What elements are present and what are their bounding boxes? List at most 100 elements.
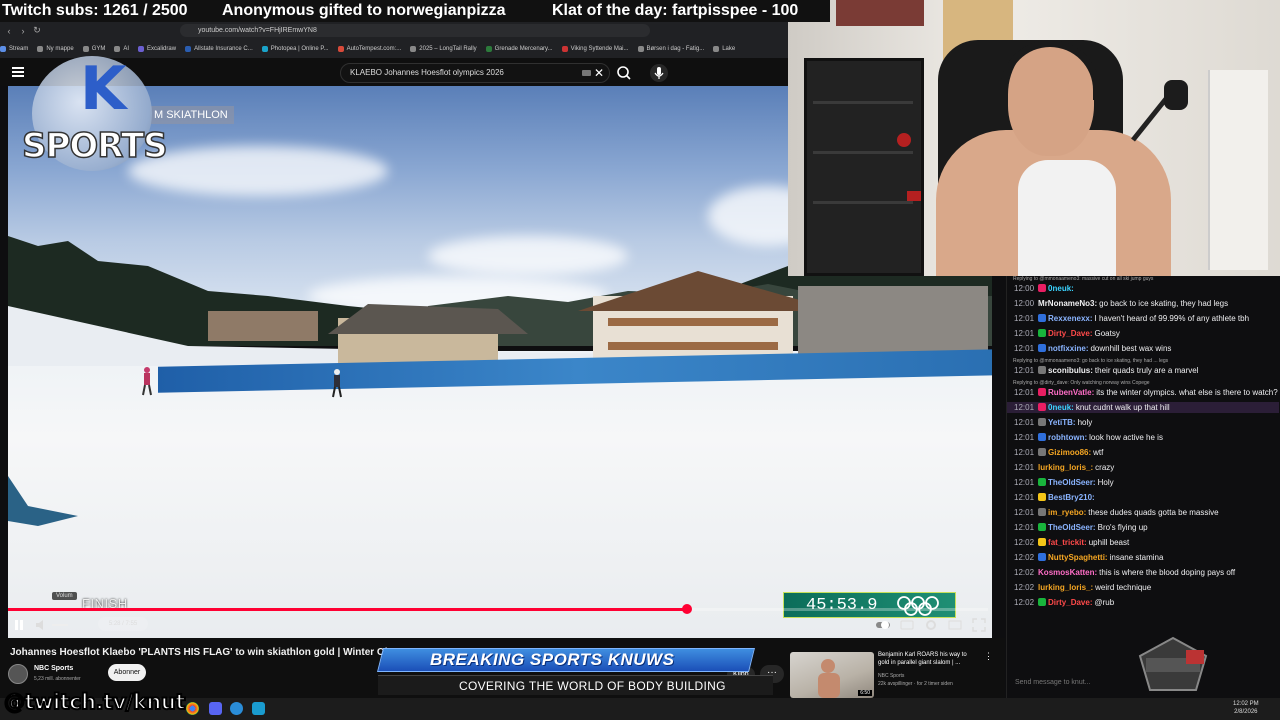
chat-message[interactable]: 12:01 im_ryebo: these dudes quads gotta be… <box>1013 507 1279 518</box>
discord-icon[interactable] <box>209 702 222 715</box>
chat-username[interactable]: robhtown: <box>1048 433 1087 442</box>
pause-icon[interactable] <box>12 618 26 632</box>
chat-message[interactable]: 12:01 YetiTB: holy <box>1013 417 1279 428</box>
chat-message[interactable]: 12:00 MrNonameNo3: go back to ice skating,… <box>1013 298 1279 309</box>
bookmark-item[interactable]: GYM <box>82 46 105 52</box>
channel-avatar[interactable] <box>8 664 28 684</box>
volume-icon[interactable] <box>34 618 48 632</box>
bookmark-icon <box>261 46 268 52</box>
chat-message[interactable]: 12:01 0neuk: knut cudnt walk up that hill <box>1007 402 1279 413</box>
bookmark-item[interactable]: Stream <box>0 46 28 52</box>
chat-message[interactable]: 12:01 TheOldSeer: Holy <box>1013 477 1279 488</box>
chat-username[interactable]: Rexxenexx: <box>1048 314 1092 323</box>
chat-username[interactable]: im_ryebo: <box>1048 508 1086 517</box>
microphone-icon[interactable] <box>650 63 668 83</box>
chat-message[interactable]: 12:01 robhtown: look how active he is <box>1013 432 1279 443</box>
chat-message[interactable]: 12:02 NuttySpaghetti: insane stamina <box>1013 552 1279 563</box>
badge-icon <box>1038 538 1047 546</box>
address-bar[interactable]: youtube.com/watch?v=FHjIREmwYN8 <box>180 24 650 37</box>
chat-username[interactable]: lurking_loris_: <box>1038 463 1093 472</box>
message-time: 12:01 <box>1014 448 1035 457</box>
chat-message[interactable]: 12:01 BestBry210: <box>1013 492 1279 503</box>
chat-username[interactable]: fat_trickit: <box>1048 538 1087 547</box>
settings-gear-icon[interactable] <box>924 618 938 632</box>
bookmark-item[interactable]: Photopea | Online P... <box>261 46 329 52</box>
chat-username[interactable]: MrNonameNo3: <box>1038 299 1097 308</box>
bookmark-item[interactable]: AutoTempest.com:... <box>337 46 401 52</box>
chat-message[interactable]: 12:01 Rexxenexx: I haven't heard of 99.99%… <box>1013 313 1279 324</box>
chat-message[interactable]: 12:01 lurking_loris_: crazy <box>1013 462 1279 473</box>
chat-message[interactable]: 12:01 Dirty_Dave: Goatsy <box>1013 328 1279 339</box>
recommended-duration: 6:50 <box>858 690 872 696</box>
recommended-title[interactable]: Benjamin Karl ROARS his way to gold in p… <box>878 651 978 667</box>
bookmark-item[interactable]: Allstate Insurance C... <box>185 46 253 52</box>
chat-username[interactable]: Dirty_Dave: <box>1048 329 1092 338</box>
channel-name[interactable]: NBC Sports <box>34 665 73 672</box>
theater-mode-icon[interactable] <box>948 618 962 632</box>
balcony-2 <box>608 342 778 350</box>
chat-username[interactable]: Dirty_Dave: <box>1048 598 1092 607</box>
channel-subscribers: 5,23 mill. abonnenter <box>34 676 81 682</box>
chat-message[interactable]: 12:01 RubenVatle: its the winter olympics.… <box>1013 387 1279 398</box>
chat-message[interactable]: 12:01 sconibulus: their quads truly are a … <box>1013 365 1279 376</box>
forward-icon[interactable]: › <box>18 26 28 36</box>
chat-username[interactable]: KosmosKatten: <box>1038 568 1097 577</box>
keyboard-icon[interactable] <box>582 70 591 76</box>
chat-message[interactable]: 12:02 lurking_loris_: weird technique <box>1013 582 1279 593</box>
chat-username[interactable]: sconibulus: <box>1048 366 1093 375</box>
bookmark-icon <box>561 46 568 52</box>
chat-username[interactable]: 0neuk: <box>1048 403 1074 412</box>
chat-username[interactable]: Gizimoo86: <box>1048 448 1091 457</box>
bookmark-item[interactable]: Ny mappe <box>37 46 74 52</box>
tray-clock[interactable]: 12:02 PM 2/8/2026 <box>1233 700 1259 716</box>
chat-message[interactable]: 12:02 fat_trickit: uphill beast <box>1013 537 1279 548</box>
wall-shelf <box>1208 70 1268 270</box>
chat-username[interactable]: NuttySpaghetti: <box>1048 553 1108 562</box>
chat-username[interactable]: BestBry210: <box>1048 493 1095 502</box>
search-input[interactable]: KLAEBO Johannes Hoesflot olympics 2026 ✕ <box>340 63 610 83</box>
bookmark-item[interactable]: Børsen i dag - Fatig... <box>637 46 704 52</box>
chat-text: holy <box>1077 418 1093 427</box>
badge-icon <box>1038 493 1047 501</box>
chrome-icon[interactable] <box>186 702 199 715</box>
clear-search-icon[interactable]: ✕ <box>594 64 604 82</box>
subtitles-icon[interactable] <box>900 618 914 632</box>
chat-message[interactable]: 12:02 Dirty_Dave: @rub <box>1013 597 1279 608</box>
chat-username[interactable]: 0neuk: <box>1048 284 1074 293</box>
message-time: 12:01 <box>1014 366 1035 375</box>
search-icon[interactable] <box>614 64 634 82</box>
fullscreen-icon[interactable] <box>972 618 986 632</box>
chat-username[interactable]: RubenVatle: <box>1048 388 1094 397</box>
edge-icon[interactable] <box>230 702 243 715</box>
chat-username[interactable]: lurking_loris_: <box>1038 583 1093 592</box>
chat-username[interactable]: TheOldSeer: <box>1048 523 1096 532</box>
message-time: 12:01 <box>1014 433 1035 442</box>
autoplay-toggle-icon[interactable] <box>876 618 890 632</box>
chat-message[interactable]: 12:00 0neuk: <box>1013 283 1279 294</box>
bookmark-item[interactable]: Lake <box>713 46 735 52</box>
recommended-thumbnail[interactable]: 6:50 <box>790 652 874 698</box>
bookmark-item[interactable]: 2025 – LongTail Rally <box>410 46 477 52</box>
reload-icon[interactable]: ↻ <box>32 25 42 36</box>
chat-text: look how active he is <box>1089 433 1163 442</box>
progress-bar[interactable] <box>8 604 988 614</box>
recommended-menu-icon[interactable]: ⋮ <box>984 651 993 662</box>
chat-message[interactable]: 12:02 KosmosKatten: this is where the bloo… <box>1013 567 1279 578</box>
bookmark-item[interactable]: Excalidraw <box>138 46 176 52</box>
bookmark-item[interactable]: Grenade Mercenary... <box>485 46 553 52</box>
chat-message[interactable]: 12:01 Gizimoo86: wtf <box>1013 447 1279 458</box>
app-icon[interactable] <box>252 702 265 715</box>
volume-slider[interactable] <box>52 624 68 626</box>
subscribe-button[interactable]: Abonner <box>108 664 146 681</box>
browser-chrome: ‹ › ↻ youtube.com/watch?v=FHjIREmwYN8 St… <box>0 22 788 58</box>
chat-text: wtf <box>1093 448 1104 457</box>
chat-username[interactable]: YetiTB: <box>1048 418 1076 427</box>
chat-username[interactable]: TheOldSeer: <box>1048 478 1096 487</box>
bookmark-item[interactable]: AI <box>114 46 129 52</box>
back-icon[interactable]: ‹ <box>4 26 14 36</box>
chat-username[interactable]: notfixxine: <box>1048 344 1088 353</box>
badge-icon <box>1038 329 1047 337</box>
bookmark-item[interactable]: Viking Syttende Mai... <box>561 46 629 52</box>
chat-message[interactable]: 12:01 notfixxine: downhill best wax wins <box>1013 343 1279 354</box>
chat-message[interactable]: 12:01 TheOldSeer: Bro's flying up <box>1013 522 1279 533</box>
